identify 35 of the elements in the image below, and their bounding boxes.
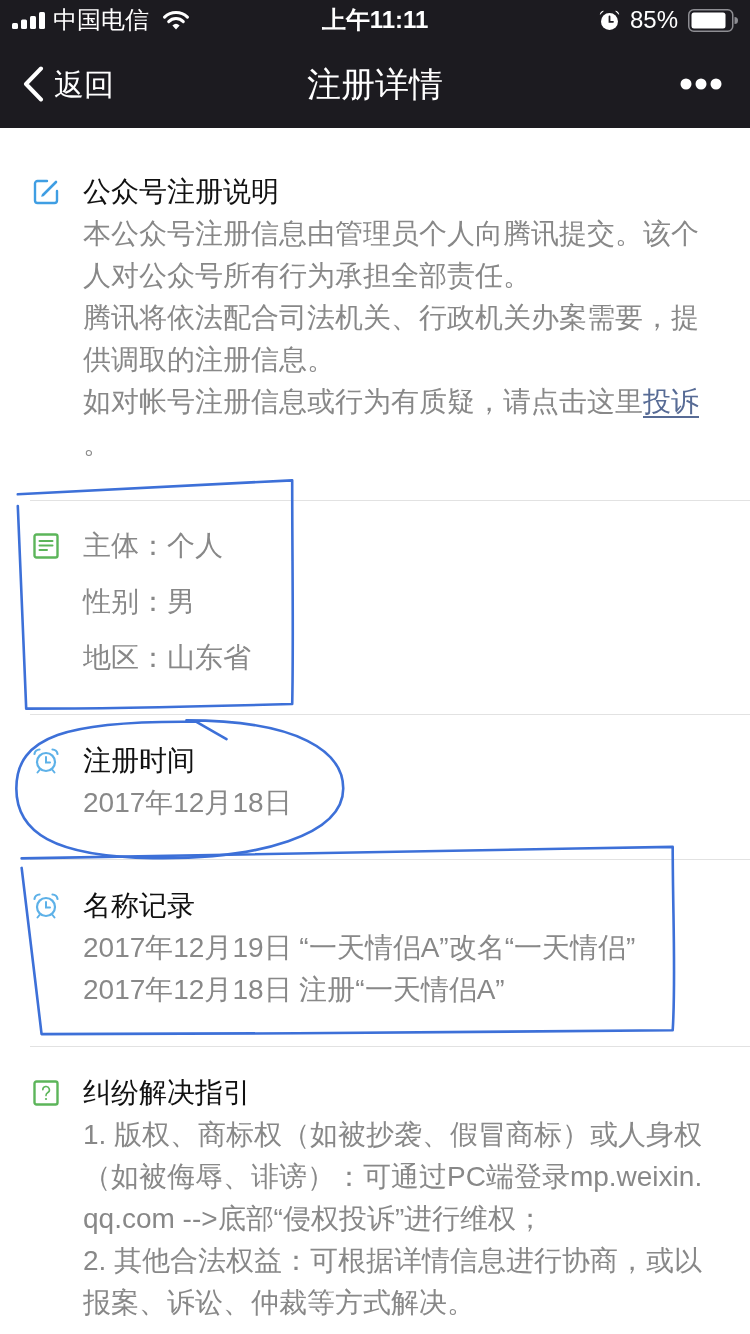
wifi-icon [163,10,189,30]
info-value: 山东省 [167,641,251,675]
info-label: 性别： [83,585,167,619]
paragraph-text: 1. 版权、商标权（如被抄袭、假冒商标）或人身权（如被侮辱、诽谤）：可通过PC端登录mp.weixin.qq.com -->底部“侵权投诉”进行维权； [83,1118,704,1236]
status-time: 上午11:11 [321,5,429,35]
section-title: 名称记录 [83,889,196,923]
paragraph-text: 腾讯将依法配合司法机关、行政机关办案需要，提供调取的注册信息。 [83,301,700,377]
complaint-link[interactable]: 投诉 [643,386,699,417]
page-title: 注册详情 [307,63,443,105]
section-title: 纠纷解决指引 [83,1076,252,1110]
document-icon [33,533,59,559]
paragraph-text: 2017年12月18日 注册“一天情侣A” [83,973,506,1007]
paragraph-text: 2017年12月19日 “一天情侣A”改名“一天情侣” [83,931,636,965]
info-value: 男 [167,585,195,619]
info-label: 主体： [83,529,167,563]
paragraph-text: 本公众号注册信息由管理员个人向腾讯提交。该个人对公众号所有行为承担全部责任。 [83,217,700,293]
signal-icon [12,11,45,29]
carrier-name: 中国电信 [53,5,149,35]
info-label: 地区： [83,641,167,675]
alarm-clock-icon [33,893,59,919]
chevron-left-icon [22,66,44,102]
section-title: 公众号注册说明 [83,175,280,209]
edit-icon [33,179,59,205]
help-icon [33,1080,59,1106]
paragraph-text: 如对帐号注册信息或行为有质疑，请点击这里投诉 。 [83,385,700,461]
alarm-clock-icon [33,748,59,774]
alarm-clock-icon [598,9,620,31]
more-icon [680,78,722,90]
section-title: 注册时间 [83,744,196,778]
info-value: 个人 [167,529,223,563]
paragraph-text: 2. 其他合法权益：可根据详情信息进行协商，或以报案、诉讼、仲裁等方式解决。 [83,1244,704,1320]
paragraph-text: 2017年12月18日 [83,786,292,820]
battery-icon [688,8,738,32]
back-button[interactable]: 返回 [0,61,114,107]
battery-percent: 85% [629,5,678,35]
